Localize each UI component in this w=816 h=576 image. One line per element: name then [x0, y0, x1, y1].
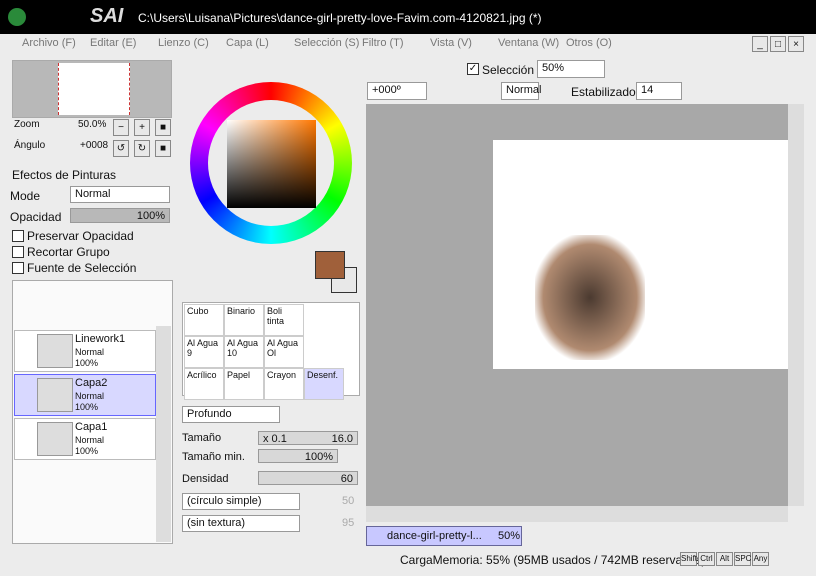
brush-tool[interactable]: Desenf.	[304, 368, 344, 400]
layer-row[interactable]: Capa2 Normal 100%	[14, 374, 156, 416]
brush-tool[interactable]: Cubo	[184, 304, 224, 336]
maximize-button[interactable]: □	[770, 36, 786, 52]
brush-tool[interactable]: Al Agua Ol	[264, 336, 304, 368]
selection-checkbox[interactable]: ✓	[467, 63, 479, 75]
option-label: Preservar Opacidad	[27, 229, 134, 243]
brush-tool[interactable]: Al Agua 9	[184, 336, 224, 368]
menu-item[interactable]: Ventana (W)	[498, 37, 559, 49]
angle-select[interactable]: +000º	[367, 82, 427, 100]
brush-tool[interactable]: Binario	[224, 304, 264, 336]
modifier-key[interactable]: Any	[752, 552, 769, 566]
zoom-reset-button[interactable]: ■	[155, 119, 171, 136]
menu-item[interactable]: Otros (O)	[566, 37, 612, 49]
window-title: C:\Users\Luisana\Pictures\dance-girl-pre…	[138, 11, 542, 25]
effects-header[interactable]: Efectos de Pinturas	[12, 168, 116, 182]
modifier-key[interactable]: Shift	[680, 552, 697, 566]
document-tab[interactable]: dance-girl-pretty-l... 50%	[366, 526, 522, 546]
opacity-slider[interactable]: 100%	[70, 208, 170, 223]
mode-select[interactable]: Normal	[70, 186, 170, 203]
menu-item[interactable]: Selección (S)	[294, 37, 359, 49]
rotate-left-button[interactable]: ↺	[113, 140, 129, 157]
minimize-button[interactable]: _	[752, 36, 768, 52]
vertical-scrollbar[interactable]	[788, 104, 804, 506]
zoom-in-button[interactable]: +	[134, 119, 150, 136]
layer-row[interactable]: Linework1 Normal 100%	[14, 330, 156, 372]
min-size-slider[interactable]: 100%	[258, 449, 338, 463]
title-bar: SAI C:\Users\Luisana\Pictures\dance-girl…	[0, 0, 816, 34]
brush-shape-dropdown[interactable]: (círculo simple)	[182, 493, 300, 510]
menu-item[interactable]: Capa (L)	[226, 37, 269, 49]
brush-tool[interactable]: Al Agua 10	[224, 336, 264, 368]
blend-mode[interactable]: Normal	[501, 82, 541, 100]
color-square[interactable]	[227, 120, 316, 208]
menu-bar: Archivo (F) Editar (E) Lienzo (C) Capa (L) S…	[0, 34, 816, 54]
layer-row[interactable]: Capa1 Normal 100%	[14, 418, 156, 460]
close-button[interactable]: ×	[788, 36, 804, 52]
option-checkbox[interactable]	[12, 246, 24, 258]
status-text: CargaMemoria: 55% (95MB usados / 742MB r…	[400, 553, 706, 567]
option-label: Fuente de Selección	[27, 261, 137, 275]
menu-item[interactable]: Archivo (F)	[22, 37, 76, 49]
artwork	[535, 235, 645, 360]
layer-thumbnail	[37, 378, 73, 412]
modifier-key[interactable]: Alt	[716, 552, 733, 566]
zoom-select[interactable]: 50%	[537, 60, 605, 78]
layer-thumbnail	[37, 334, 73, 368]
option-label: Recortar Grupo	[27, 245, 110, 259]
app-name: SAI	[90, 5, 124, 27]
zoom-out-button[interactable]: −	[113, 119, 129, 136]
rotate-reset-button[interactable]: ■	[155, 140, 171, 157]
modifier-key[interactable]: SPC	[734, 552, 751, 566]
brush-tool[interactable]: Acrílico	[184, 368, 224, 400]
layer-thumbnail	[37, 422, 73, 456]
stabilizer-select[interactable]: 14	[636, 82, 682, 100]
brush-tool[interactable]: Crayon	[264, 368, 304, 400]
brush-tool[interactable]: Papel	[224, 368, 264, 400]
foreground-color[interactable]	[315, 251, 345, 279]
zoom-value: 50.0%	[78, 119, 107, 130]
texture-dropdown[interactable]: (sin textura)	[182, 515, 300, 532]
rotate-right-button[interactable]: ↻	[134, 140, 150, 157]
option-checkbox[interactable]	[12, 230, 24, 242]
angle-value: +0008	[80, 140, 109, 151]
menu-item[interactable]: Filtro (T)	[362, 37, 404, 49]
menu-item[interactable]: Editar (E)	[90, 37, 136, 49]
density-slider[interactable]: 60	[258, 471, 358, 485]
app-logo	[8, 8, 26, 26]
navigator-preview[interactable]	[12, 60, 172, 118]
layer-scrollbar[interactable]	[156, 326, 171, 542]
menu-item[interactable]: Vista (V)	[430, 37, 472, 49]
brush-tool[interactable]: Boli tinta	[264, 304, 304, 336]
menu-item[interactable]: Lienzo (C)	[158, 37, 209, 49]
modifier-key[interactable]: Ctrl	[698, 552, 715, 566]
horizontal-scrollbar[interactable]	[366, 506, 788, 522]
size-slider[interactable]: x 0.1 16.0	[258, 431, 358, 445]
brush-shape-select[interactable]: Profundo	[182, 406, 280, 423]
option-checkbox[interactable]	[12, 262, 24, 274]
